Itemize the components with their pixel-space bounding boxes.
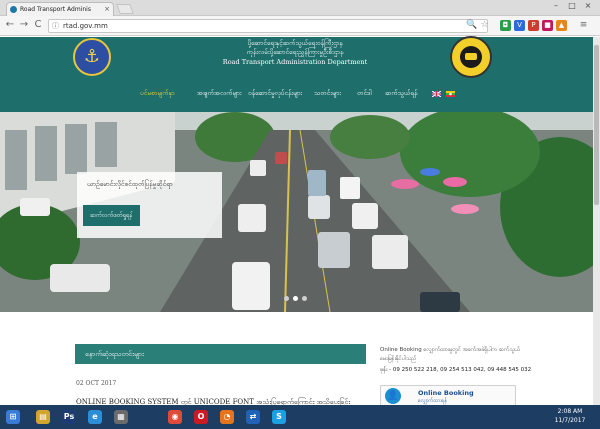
opera-icon-glyph: O bbox=[194, 410, 208, 424]
chrome-icon-glyph: ◉ bbox=[168, 410, 182, 424]
notepad-icon-glyph: ▦ bbox=[114, 410, 128, 424]
news-date: 02 OCT 2017 bbox=[76, 380, 117, 387]
browser-tab[interactable]: Road Transport Adminis × bbox=[6, 2, 114, 16]
ext-icon[interactable]: ◘ bbox=[500, 20, 511, 31]
menu-contact[interactable]: ဆက်သွယ်ရန် bbox=[385, 89, 417, 99]
ext-icon[interactable]: V bbox=[514, 20, 525, 31]
opera-icon[interactable]: O bbox=[190, 407, 212, 427]
search-icon[interactable]: 🔍 bbox=[466, 20, 477, 31]
minimize-button[interactable]: – bbox=[548, 1, 564, 10]
tab-title: Road Transport Adminis bbox=[20, 6, 91, 13]
page-scrollbar[interactable] bbox=[593, 37, 600, 405]
ministry-logo[interactable]: ⚓ bbox=[73, 38, 111, 76]
firefox-icon-glyph: ◔ bbox=[220, 410, 234, 424]
file-explorer-icon-glyph: ▤ bbox=[36, 410, 50, 424]
latest-news-heading: နောက်ဆုံးရသတင်းများ bbox=[75, 344, 366, 364]
windows-start-icon-glyph: ⊞ bbox=[6, 410, 20, 424]
rtad-logo[interactable] bbox=[450, 36, 492, 78]
back-button[interactable]: ← bbox=[4, 19, 16, 30]
star-icon[interactable]: ☆ bbox=[479, 20, 490, 31]
ext-icon[interactable]: ▲ bbox=[556, 20, 567, 31]
ext-icon[interactable]: P bbox=[528, 20, 539, 31]
maximize-button[interactable]: □ bbox=[564, 1, 580, 10]
page-info-icon[interactable]: ⓘ bbox=[52, 20, 59, 33]
url-text: rtad.gov.mm bbox=[63, 22, 108, 30]
menu-news[interactable]: သတင်းများ bbox=[314, 89, 341, 99]
contact-phone: ဖုန်း - 09 250 522 218, 09 254 513 042, … bbox=[380, 367, 532, 373]
hero-caption: ယာဉ်မောင်းလိုင်စင်ထုတ်ပြန်မှုဆိုင်ရာ bbox=[87, 180, 173, 188]
myanmar-flag-icon[interactable] bbox=[446, 91, 455, 97]
address-bar[interactable]: ⓘ rtad.gov.mm bbox=[48, 19, 488, 33]
scrollbar-thumb[interactable] bbox=[594, 45, 599, 205]
menu-information[interactable]: အချက်အလက်များ bbox=[197, 89, 242, 99]
browser-tab-bar: Road Transport Adminis × – □ × bbox=[0, 0, 600, 16]
menu-services[interactable]: ဝန်ဆောင်မှုလုပ်ငန်းများ bbox=[248, 89, 302, 99]
booking-help-text: Online Booking လျှောက်ထားမှုတွင် အခက်အခဲ… bbox=[380, 347, 520, 362]
reload-button[interactable]: C bbox=[32, 19, 44, 30]
menu-icon[interactable]: ≡ bbox=[578, 20, 589, 31]
taskbar-clock[interactable]: 2:08 AM 11/7/2017 bbox=[545, 407, 595, 425]
booking-subtitle: လျှောက်ထားရန် bbox=[418, 398, 447, 404]
photoshop-icon[interactable]: Ps bbox=[58, 407, 80, 427]
internet-explorer-icon[interactable]: e bbox=[84, 407, 106, 427]
skype-icon[interactable]: S bbox=[268, 407, 290, 427]
file-explorer-icon[interactable]: ▤ bbox=[32, 407, 54, 427]
notepad-icon[interactable]: ▦ bbox=[110, 407, 132, 427]
teamviewer-icon[interactable]: ⇄ bbox=[242, 407, 264, 427]
photoshop-icon-glyph: Ps bbox=[62, 410, 76, 424]
menu-home[interactable]: ပင်မစာမျက်နှာ bbox=[140, 89, 175, 99]
read-more-button[interactable]: ဆက်လက်ဖတ်ရှုရန် bbox=[83, 205, 140, 226]
slider-dot[interactable] bbox=[284, 296, 289, 301]
site-title-english: Road Transport Administration Department bbox=[222, 58, 368, 66]
menu-tender[interactable]: တင်ဒါ bbox=[357, 89, 371, 99]
ext-icon[interactable]: ■ bbox=[542, 20, 553, 31]
booking-title: Online Booking bbox=[418, 389, 474, 397]
close-window-button[interactable]: × bbox=[580, 1, 596, 10]
internet-explorer-icon-glyph: e bbox=[88, 410, 102, 424]
favicon-icon bbox=[10, 6, 17, 13]
firefox-icon[interactable]: ◔ bbox=[216, 407, 238, 427]
new-tab-button[interactable] bbox=[116, 4, 134, 14]
browser-toolbar: ← → C ⓘ rtad.gov.mm 🔍 ☆ ◘ V P ■ ▲ ≡ bbox=[0, 16, 600, 36]
windows-taskbar: ⊞ ▤ Ps e ▦ ◉ O ◔ ⇄ S bbox=[0, 405, 600, 429]
skype-icon-glyph: S bbox=[272, 410, 286, 424]
windows-start-icon[interactable]: ⊞ bbox=[2, 407, 24, 427]
chrome-icon[interactable]: ◉ bbox=[164, 407, 186, 427]
booking-person-icon: 👤 bbox=[385, 388, 401, 404]
forward-button[interactable]: → bbox=[18, 19, 30, 30]
tab-close-icon[interactable]: × bbox=[104, 3, 110, 16]
english-flag-icon[interactable] bbox=[432, 91, 441, 97]
teamviewer-icon-glyph: ⇄ bbox=[246, 410, 260, 424]
anchor-emblem-icon: ⚓ bbox=[83, 46, 101, 67]
car-emblem-icon bbox=[460, 46, 482, 68]
slider-dot[interactable] bbox=[293, 296, 298, 301]
slider-dot[interactable] bbox=[302, 296, 307, 301]
site-title-myanmar: ပို့ဆောင်ရေးနှင့်ဆက်သွယ်ရေးဝန်ကြီးဌာန ကု… bbox=[246, 39, 344, 56]
